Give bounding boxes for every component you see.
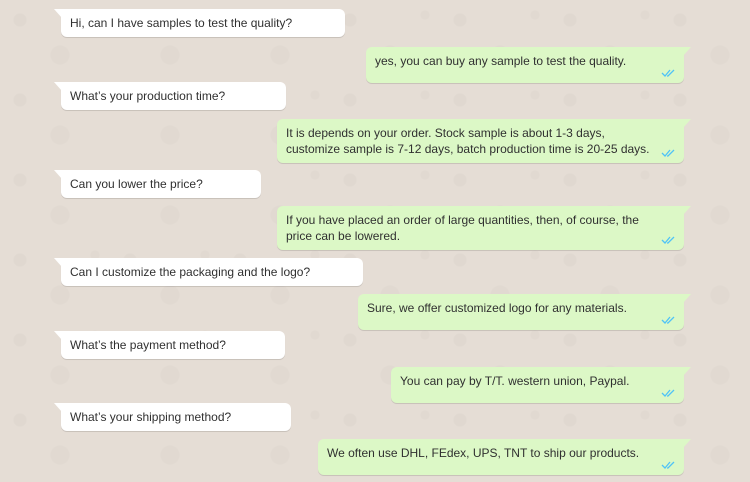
message-outgoing[interactable]: Sure, we offer customized logo for any m… <box>358 294 691 330</box>
message-outgoing[interactable]: We often use DHL, FEdex, UPS, TNT to shi… <box>318 439 691 475</box>
message-incoming[interactable]: What’s your production time? <box>54 82 286 110</box>
message-text: If you have placed an order of large qua… <box>286 213 639 243</box>
message-incoming[interactable]: What’s the payment method? <box>54 331 285 359</box>
message-text: It is depends on your order. Stock sampl… <box>286 126 650 156</box>
message-text: Can I customize the packaging and the lo… <box>70 265 311 279</box>
message-text: Can you lower the price? <box>70 177 203 191</box>
message-incoming[interactable]: What’s your shipping method? <box>54 403 291 431</box>
message-incoming[interactable]: Can you lower the price? <box>54 170 261 198</box>
double-check-read-icon <box>661 149 675 157</box>
message-text: What’s your shipping method? <box>70 410 232 424</box>
message-outgoing[interactable]: If you have placed an order of large qua… <box>277 206 691 250</box>
double-check-read-icon <box>661 69 675 77</box>
message-text: You can pay by T/T. western union, Paypa… <box>400 374 630 388</box>
double-check-read-icon <box>661 461 675 469</box>
message-text: Hi, can I have samples to test the quali… <box>70 16 293 30</box>
double-check-read-icon <box>661 236 675 244</box>
double-check-read-icon <box>661 389 675 397</box>
message-outgoing[interactable]: It is depends on your order. Stock sampl… <box>277 119 691 163</box>
message-text: What’s your production time? <box>70 89 226 103</box>
message-outgoing[interactable]: You can pay by T/T. western union, Paypa… <box>391 367 691 403</box>
double-check-read-icon <box>661 316 675 324</box>
message-incoming[interactable]: Can I customize the packaging and the lo… <box>54 258 363 286</box>
message-text: What’s the payment method? <box>70 338 226 352</box>
message-text: We often use DHL, FEdex, UPS, TNT to shi… <box>327 446 640 460</box>
message-outgoing[interactable]: yes, you can buy any sample to test the … <box>366 47 691 83</box>
message-text: Sure, we offer customized logo for any m… <box>367 301 627 315</box>
message-incoming[interactable]: Hi, can I have samples to test the quali… <box>54 9 345 37</box>
message-text: yes, you can buy any sample to test the … <box>375 54 627 68</box>
